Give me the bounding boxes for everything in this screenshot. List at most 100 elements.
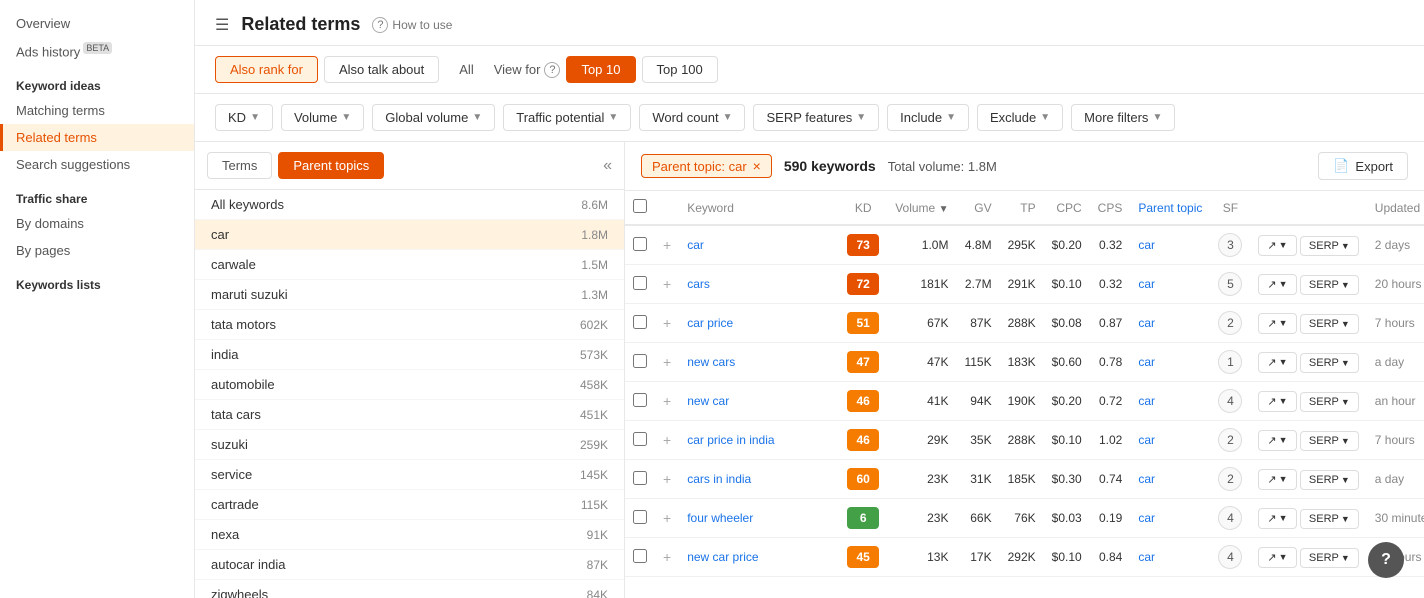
keyword-list-item[interactable]: service145K <box>195 460 624 490</box>
parent-topic-link[interactable]: car <box>1138 394 1155 408</box>
trend-button[interactable]: ↗ ▼ <box>1258 235 1296 256</box>
add-keyword-button[interactable]: + <box>663 315 671 331</box>
col-header-kd[interactable]: KD <box>839 191 887 225</box>
keyword-link[interactable]: car <box>687 238 704 252</box>
row-checkbox[interactable] <box>633 315 647 329</box>
serp-button[interactable]: SERP ▼ <box>1300 509 1359 529</box>
keyword-list-item[interactable]: zigwheels84K <box>195 580 624 598</box>
keyword-link[interactable]: four wheeler <box>687 511 753 525</box>
filter-word-count[interactable]: Word count ▼ <box>639 104 745 131</box>
keyword-list-item[interactable]: tata cars451K <box>195 400 624 430</box>
help-fab-button[interactable]: ? <box>1368 542 1404 578</box>
how-to-use-link[interactable]: ? How to use <box>372 17 452 33</box>
serp-button[interactable]: SERP ▼ <box>1300 353 1359 373</box>
row-checkbox[interactable] <box>633 510 647 524</box>
row-checkbox[interactable] <box>633 432 647 446</box>
col-header-volume[interactable]: Volume ▼ <box>887 191 956 225</box>
keyword-list-item[interactable]: All keywords8.6M <box>195 190 624 220</box>
parent-topic-link[interactable]: car <box>1138 550 1155 564</box>
sidebar-item-by-pages[interactable]: By pages <box>0 237 194 264</box>
keyword-link[interactable]: car price <box>687 316 733 330</box>
parent-topic-link[interactable]: car <box>1138 433 1155 447</box>
keyword-link[interactable]: cars in india <box>687 472 751 486</box>
serp-button[interactable]: SERP ▼ <box>1300 431 1359 451</box>
trend-button[interactable]: ↗ ▼ <box>1258 313 1296 334</box>
topic-tag-close-icon[interactable]: × <box>753 158 761 174</box>
serp-button[interactable]: SERP ▼ <box>1300 548 1359 568</box>
trend-button[interactable]: ↗ ▼ <box>1258 391 1296 412</box>
select-all-checkbox[interactable] <box>633 199 647 213</box>
serp-button[interactable]: SERP ▼ <box>1300 275 1359 295</box>
tab-also-rank-for[interactable]: Also rank for <box>215 56 318 83</box>
keyword-list-item[interactable]: automobile458K <box>195 370 624 400</box>
serp-button[interactable]: SERP ▼ <box>1300 314 1359 334</box>
filter-include[interactable]: Include ▼ <box>887 104 969 131</box>
keyword-link[interactable]: car price in india <box>687 433 774 447</box>
serp-button[interactable]: SERP ▼ <box>1300 392 1359 412</box>
tab-top-100[interactable]: Top 100 <box>642 56 718 83</box>
keyword-list-item[interactable]: maruti suzuki1.3M <box>195 280 624 310</box>
add-keyword-button[interactable]: + <box>663 471 671 487</box>
topic-tag[interactable]: Parent topic: car × <box>641 154 772 178</box>
sidebar-item-related-terms[interactable]: Related terms <box>0 124 194 151</box>
parent-topic-link[interactable]: car <box>1138 511 1155 525</box>
tab-parent-topics[interactable]: Parent topics <box>278 152 384 179</box>
parent-topic-link[interactable]: car <box>1138 355 1155 369</box>
parent-topic-link[interactable]: car <box>1138 277 1155 291</box>
filter-exclude[interactable]: Exclude ▼ <box>977 104 1063 131</box>
parent-topic-link[interactable]: car <box>1138 316 1155 330</box>
tab-all[interactable]: All <box>445 57 487 82</box>
sidebar-item-search-suggestions[interactable]: Search suggestions <box>0 151 194 178</box>
tab-terms[interactable]: Terms <box>207 152 272 179</box>
sidebar-item-by-domains[interactable]: By domains <box>0 210 194 237</box>
add-keyword-button[interactable]: + <box>663 432 671 448</box>
trend-button[interactable]: ↗ ▼ <box>1258 508 1296 529</box>
add-keyword-button[interactable]: + <box>663 510 671 526</box>
trend-button[interactable]: ↗ ▼ <box>1258 547 1296 568</box>
keyword-list-item[interactable]: car1.8M <box>195 220 624 250</box>
keyword-list-item[interactable]: autocar india87K <box>195 550 624 580</box>
keyword-list-item[interactable]: india573K <box>195 340 624 370</box>
keyword-link[interactable]: new cars <box>687 355 735 369</box>
keyword-list-item[interactable]: nexa91K <box>195 520 624 550</box>
keyword-list-item[interactable]: cartrade115K <box>195 490 624 520</box>
row-checkbox[interactable] <box>633 393 647 407</box>
tab-top-10[interactable]: Top 10 <box>566 56 635 83</box>
keyword-list-item[interactable]: carwale1.5M <box>195 250 624 280</box>
add-keyword-button[interactable]: + <box>663 549 671 565</box>
keyword-link[interactable]: new car <box>687 394 729 408</box>
filter-more[interactable]: More filters ▼ <box>1071 104 1175 131</box>
row-checkbox[interactable] <box>633 354 647 368</box>
trend-button[interactable]: ↗ ▼ <box>1258 352 1296 373</box>
add-keyword-button[interactable]: + <box>663 276 671 292</box>
serp-button[interactable]: SERP ▼ <box>1300 470 1359 490</box>
collapse-panel-button[interactable]: « <box>603 157 612 175</box>
serp-button[interactable]: SERP ▼ <box>1300 236 1359 256</box>
filter-serp-features[interactable]: SERP features ▼ <box>753 104 879 131</box>
row-checkbox[interactable] <box>633 471 647 485</box>
trend-button[interactable]: ↗ ▼ <box>1258 469 1296 490</box>
add-keyword-button[interactable]: + <box>663 354 671 370</box>
filter-global-volume[interactable]: Global volume ▼ <box>372 104 495 131</box>
parent-topic-link[interactable]: car <box>1138 238 1155 252</box>
export-button[interactable]: 📄 Export <box>1318 152 1408 180</box>
row-checkbox[interactable] <box>633 276 647 290</box>
row-checkbox[interactable] <box>633 237 647 251</box>
keyword-list-item[interactable]: suzuki259K <box>195 430 624 460</box>
keyword-list-item[interactable]: tata motors602K <box>195 310 624 340</box>
tab-also-talk-about[interactable]: Also talk about <box>324 56 439 83</box>
filter-volume[interactable]: Volume ▼ <box>281 104 364 131</box>
parent-topic-link[interactable]: car <box>1138 472 1155 486</box>
sidebar-item-matching-terms[interactable]: Matching terms <box>0 97 194 124</box>
sidebar-item-ads-history[interactable]: Ads historyBETA <box>0 37 194 65</box>
filter-traffic-potential[interactable]: Traffic potential ▼ <box>503 104 631 131</box>
filter-kd[interactable]: KD ▼ <box>215 104 273 131</box>
menu-icon[interactable]: ☰ <box>215 15 229 35</box>
trend-button[interactable]: ↗ ▼ <box>1258 430 1296 451</box>
keyword-link[interactable]: new car price <box>687 550 758 564</box>
keyword-link[interactable]: cars <box>687 277 710 291</box>
add-keyword-button[interactable]: + <box>663 393 671 409</box>
row-checkbox[interactable] <box>633 549 647 563</box>
add-keyword-button[interactable]: + <box>663 237 671 253</box>
trend-button[interactable]: ↗ ▼ <box>1258 274 1296 295</box>
